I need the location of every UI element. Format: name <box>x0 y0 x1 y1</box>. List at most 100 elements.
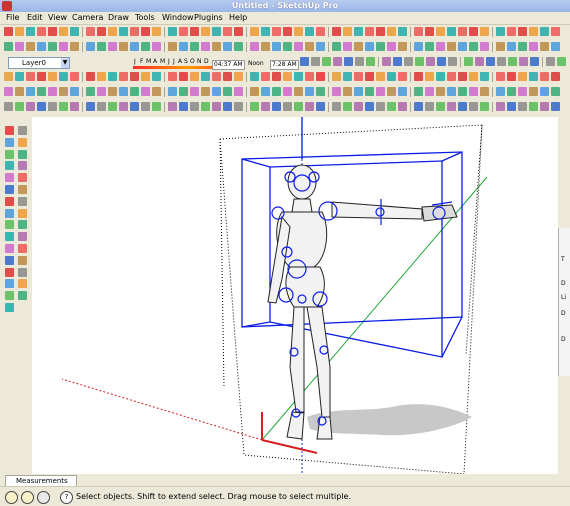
move-icon[interactable] <box>130 42 139 51</box>
menu-window[interactable]: Window <box>162 13 194 23</box>
3d-text-icon[interactable] <box>480 102 489 111</box>
look-around-icon[interactable] <box>18 291 27 301</box>
save-icon[interactable] <box>250 87 259 96</box>
next-view-icon[interactable] <box>343 42 352 51</box>
follow-me-icon[interactable] <box>168 42 177 51</box>
circle-icon[interactable] <box>305 102 314 111</box>
shaded-icon[interactable] <box>86 102 95 111</box>
walk-icon[interactable] <box>365 42 374 51</box>
top-view-icon[interactable] <box>201 72 210 81</box>
print-icon[interactable] <box>108 27 117 36</box>
polygon-icon[interactable] <box>108 42 117 51</box>
new-icon[interactable] <box>332 72 341 81</box>
dimension-icon[interactable] <box>436 102 445 111</box>
xray-icon[interactable] <box>261 72 270 81</box>
section-plane-icon[interactable] <box>70 87 79 96</box>
front-view-icon[interactable] <box>529 27 538 36</box>
arc-icon[interactable] <box>316 102 325 111</box>
save-icon[interactable] <box>354 72 363 81</box>
select-icon[interactable] <box>458 72 467 81</box>
zoom-window-icon[interactable] <box>97 72 106 81</box>
menu-view[interactable]: View <box>48 13 67 23</box>
back-view-icon[interactable] <box>234 72 243 81</box>
chevron-down-icon[interactable]: ▼ <box>61 58 69 68</box>
print-icon[interactable] <box>332 87 341 96</box>
walk-icon[interactable] <box>48 87 57 96</box>
protractor-icon[interactable] <box>551 87 560 96</box>
3d-text-icon[interactable] <box>261 42 270 51</box>
xray-icon[interactable] <box>469 42 478 51</box>
back-view-icon[interactable] <box>447 42 456 51</box>
model-info-icon[interactable] <box>343 87 352 96</box>
menu-edit[interactable]: Edit <box>27 13 43 23</box>
left-view-icon[interactable] <box>458 42 467 51</box>
erase-icon[interactable] <box>70 27 79 36</box>
paste-icon[interactable] <box>283 87 292 96</box>
axes-icon[interactable] <box>469 102 478 111</box>
back-view-icon[interactable] <box>130 87 139 96</box>
monochrome-icon[interactable] <box>316 72 325 81</box>
open-icon[interactable] <box>234 87 243 96</box>
tape-measure-icon[interactable] <box>393 57 402 66</box>
paint-bucket-icon[interactable] <box>37 42 46 51</box>
shaded-texture-icon[interactable] <box>305 72 314 81</box>
layer-dropdown[interactable]: Layer0 ▼ <box>8 57 70 69</box>
dimension-icon[interactable] <box>404 57 413 66</box>
iso-view-icon[interactable] <box>398 42 407 51</box>
axes-icon[interactable] <box>437 57 446 66</box>
rectangle-icon[interactable] <box>496 72 505 81</box>
shaded-texture-icon[interactable] <box>518 42 527 51</box>
arc-icon[interactable] <box>18 161 27 171</box>
push-pull-icon[interactable] <box>18 185 27 194</box>
next-view-icon[interactable] <box>447 27 456 36</box>
scale-icon[interactable] <box>283 27 292 36</box>
month-apr[interactable]: A <box>153 58 157 65</box>
circle-icon[interactable] <box>518 72 527 81</box>
print-icon[interactable] <box>223 102 232 111</box>
open-icon[interactable] <box>130 102 139 111</box>
position-camera-icon[interactable] <box>546 57 555 66</box>
hidden-line-icon[interactable] <box>283 72 292 81</box>
zoom-extents-icon[interactable] <box>508 57 517 66</box>
freehand-icon[interactable] <box>18 173 27 183</box>
previous-view-icon[interactable] <box>332 42 341 51</box>
protractor-icon[interactable] <box>447 102 456 111</box>
line-icon[interactable] <box>294 102 303 111</box>
month-oct[interactable]: O <box>190 58 195 65</box>
line-icon[interactable] <box>398 87 407 96</box>
arc-icon[interactable] <box>425 87 434 96</box>
hidden-line-icon[interactable] <box>70 102 79 111</box>
zoom-window-icon[interactable] <box>305 42 314 51</box>
print-icon[interactable] <box>4 42 13 51</box>
polygon-icon[interactable] <box>436 87 445 96</box>
position-camera-icon[interactable] <box>18 279 27 289</box>
select-icon[interactable] <box>26 42 35 51</box>
right-dock-panel[interactable]: T D Li D D <box>558 228 570 376</box>
position-camera-icon[interactable] <box>37 87 46 96</box>
dimension-icon[interactable] <box>212 42 221 51</box>
freehand-icon[interactable] <box>447 87 456 96</box>
walk-icon[interactable] <box>152 72 161 81</box>
dimension-icon[interactable] <box>18 220 27 230</box>
right-view-icon[interactable] <box>540 27 549 36</box>
rotate-icon[interactable] <box>480 87 489 96</box>
menu-draw[interactable]: Draw <box>108 13 129 23</box>
monochrome-icon[interactable] <box>212 87 221 96</box>
month-nov[interactable]: N <box>197 58 202 65</box>
copy-icon[interactable] <box>48 27 57 36</box>
cut-icon[interactable] <box>365 72 374 81</box>
redo-icon[interactable] <box>425 72 434 81</box>
rotate-icon[interactable] <box>376 102 385 111</box>
orbit-icon[interactable] <box>376 27 385 36</box>
zoom-window-icon[interactable] <box>18 267 27 277</box>
text-icon[interactable] <box>426 57 435 66</box>
zoom-icon[interactable] <box>486 57 495 66</box>
circle-icon[interactable] <box>5 161 14 171</box>
line-icon[interactable] <box>179 27 188 36</box>
help-icon[interactable]: ? <box>60 491 73 504</box>
right-view-icon[interactable] <box>15 102 24 111</box>
section-plane-icon[interactable] <box>387 42 396 51</box>
zoom-extents-icon[interactable] <box>4 87 13 96</box>
paint-bucket-icon[interactable] <box>365 87 374 96</box>
orbit-icon[interactable] <box>272 42 281 51</box>
